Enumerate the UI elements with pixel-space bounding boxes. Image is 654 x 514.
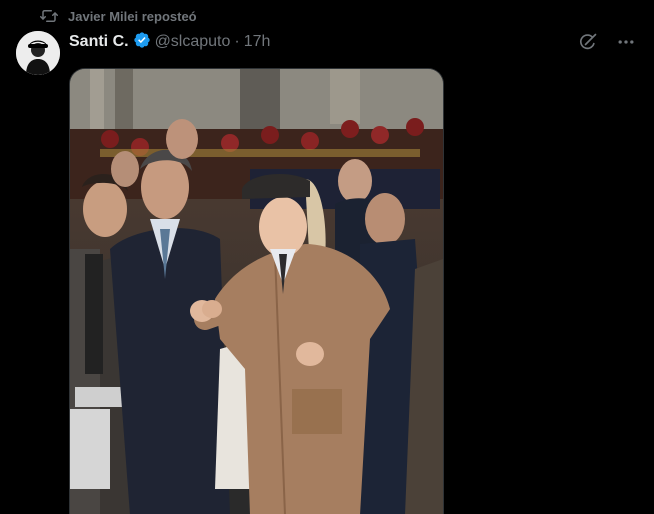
- tweet-actions-top: [576, 30, 638, 54]
- author-handle[interactable]: @slcaputo: [155, 33, 231, 51]
- timestamp[interactable]: 17h: [244, 33, 271, 51]
- verified-badge-icon: [133, 31, 151, 54]
- tweet-photo[interactable]: [69, 68, 444, 514]
- more-icon[interactable]: [614, 30, 638, 54]
- author-name[interactable]: Santi C.: [69, 33, 129, 51]
- separator-dot: ·: [234, 33, 240, 50]
- grok-icon[interactable]: [576, 30, 600, 54]
- repost-label: Javier Milei reposteó: [68, 8, 197, 24]
- repost-icon: [40, 8, 58, 24]
- tweet-header: Santi C. @slcaputo · 17h: [69, 31, 270, 53]
- avatar[interactable]: [16, 31, 60, 75]
- tweet[interactable]: Javier Milei reposteó Santi C. @slcaputo…: [0, 0, 654, 514]
- repost-context[interactable]: Javier Milei reposteó: [40, 8, 197, 24]
